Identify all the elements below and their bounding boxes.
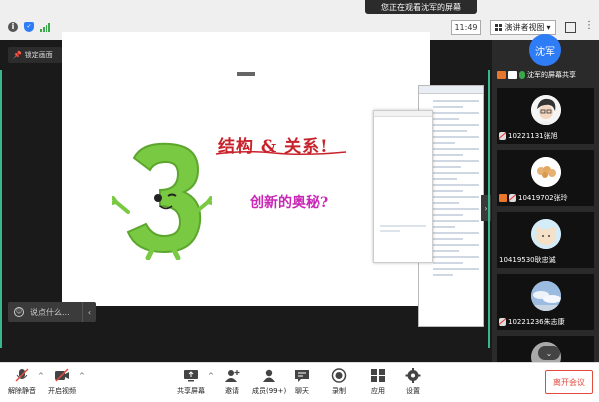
participant-name: 10221131张旭 [508,132,558,140]
mute-options-caret[interactable]: ^ [38,372,44,380]
mic-muted-icon [15,368,29,382]
mic-muted-icon [499,132,506,140]
person-icon [497,71,506,79]
settings-label: 设置 [406,387,420,395]
info-icon[interactable]: i [8,22,18,32]
mic-muted-icon [499,318,506,326]
view-mode-label: 演讲者视图 [504,23,545,32]
share-screen-button[interactable]: 共享屏幕 [177,368,205,396]
video-options-caret[interactable]: ^ [79,372,85,380]
chat-icon [295,370,309,382]
screen-share-indicator: 沈军的屏幕共享 [497,67,594,83]
mic-muted-icon [509,194,516,202]
slide-subtitle-innovation: 创新的奥秘? [250,195,329,211]
invite-label: 邀请 [225,387,239,395]
start-video-button[interactable]: 开启视频 [48,368,76,396]
pin-icon: 📌 [13,51,22,59]
green-number-three-illustration [112,142,212,260]
invite-button[interactable]: 邀请 [224,368,240,396]
apps-button[interactable]: 应用 [370,368,386,396]
leave-meeting-button[interactable]: 离开会议 [545,370,593,394]
participant-name: 10419702张玲 [518,194,568,202]
camera-off-icon [55,368,69,382]
slide-top-handle [237,72,255,76]
pin-view-label: 锁定画面 [24,51,53,59]
avatar [531,157,561,187]
avatar [531,219,561,249]
fullscreen-icon[interactable] [565,22,576,33]
signal-icon[interactable] [40,22,50,32]
record-icon [331,368,347,383]
grid-icon [495,24,503,31]
chevron-left-icon[interactable]: ‹ [82,302,96,322]
host-avatar[interactable]: 沈军 [529,34,561,66]
participant-name: 10419530耿忠诚 [499,256,556,264]
meeting-toolbar: 解除静音 ^ 开启视频 ^ 共享屏幕 ^ 邀请 成员(99+) 聊天 录制 应用… [0,362,599,402]
members-button[interactable]: 成员(99+) [252,368,286,396]
members-label: 成员(99+) [252,387,287,395]
meeting-clock: 11:49 [451,20,481,35]
pin-view-button[interactable]: 📌 锁定画面 [8,47,62,63]
avatar [531,95,561,125]
shield-icon[interactable]: ✓ [24,22,34,32]
shared-side-window [373,110,433,263]
share-screen-icon [184,370,198,382]
screen-icon [508,71,517,79]
participant-tile[interactable]: 10419530耿忠诚 [497,212,594,268]
participant-tile[interactable]: 10221131张旭 [497,88,594,144]
gear-icon [405,368,421,383]
apps-icon [371,369,385,382]
scroll-down-button[interactable]: ⌄ [538,346,560,360]
screen-share-banner: 您正在观看沈军的屏幕 [365,0,477,14]
apps-label: 应用 [371,387,385,395]
active-border-left [0,70,2,348]
mic-icon [519,71,525,79]
chat-label: 聊天 [295,387,309,395]
title-underline [215,150,347,156]
unmute-button[interactable]: 解除静音 [8,368,36,396]
participant-name: 10221236朱志康 [508,318,565,326]
add-user-icon [225,370,240,382]
person-icon [499,194,507,202]
record-label: 录制 [332,387,346,395]
active-border-right [488,70,490,348]
start-video-label: 开启视频 [48,387,76,395]
share-screen-label: 共享屏幕 [177,387,205,395]
chat-button[interactable]: 聊天 [294,368,310,396]
chevron-down-icon: ▾ [546,23,551,32]
users-icon [263,369,276,382]
avatar [531,281,561,311]
chat-input-placeholder: 说点什么... [30,307,70,317]
chat-input-box[interactable]: ☺ 说点什么... ‹ [8,302,96,322]
participant-tile[interactable]: 10419702张玲 [497,150,594,206]
record-button[interactable]: 录制 [331,368,347,396]
settings-button[interactable]: 设置 [405,368,421,396]
unmute-label: 解除静音 [8,387,36,395]
view-mode-button[interactable]: 演讲者视图 ▾ [490,20,556,35]
share-label: 沈军的屏幕共享 [527,71,576,79]
emoji-icon[interactable]: ☺ [14,307,24,317]
more-icon[interactable]: ⋮ [584,20,594,31]
participant-tile[interactable]: 10221236朱志康 [497,274,594,330]
share-options-caret[interactable]: ^ [208,372,214,380]
